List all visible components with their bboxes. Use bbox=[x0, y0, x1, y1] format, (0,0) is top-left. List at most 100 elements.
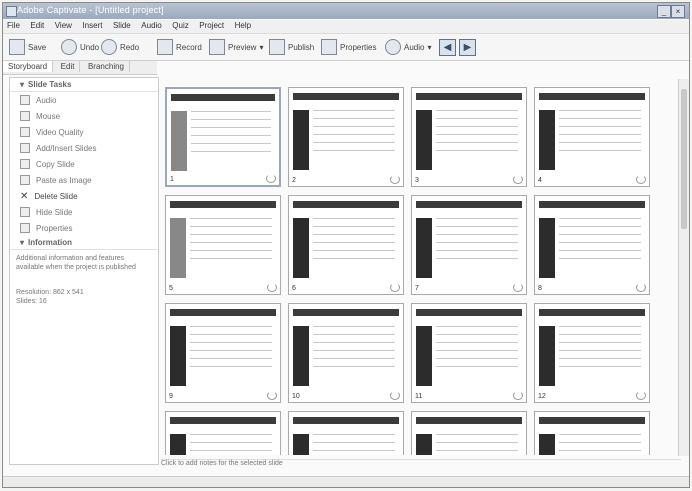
slide-header-bar bbox=[539, 93, 645, 100]
menu-slide[interactable]: Slide bbox=[109, 20, 135, 31]
redo-button[interactable]: Redo bbox=[101, 38, 139, 56]
menu-help[interactable]: Help bbox=[231, 20, 255, 31]
menu-audio[interactable]: Audio bbox=[137, 20, 165, 31]
slide-number: 11 bbox=[415, 393, 423, 400]
arrow-right-icon: ▶ bbox=[459, 38, 476, 56]
slide-number: 6 bbox=[292, 285, 296, 292]
task-label: Audio bbox=[36, 95, 57, 105]
slide-sidebar bbox=[293, 434, 309, 455]
slide-thumbnail[interactable]: 7 bbox=[411, 195, 527, 295]
tab-edit[interactable]: Edit bbox=[56, 61, 81, 72]
publish-button[interactable]: Publish bbox=[269, 38, 314, 56]
slide-thumbnail[interactable]: 8 bbox=[534, 195, 650, 295]
slide-number: 10 bbox=[292, 393, 300, 400]
slide-header-bar bbox=[416, 417, 522, 424]
menu-file[interactable]: File bbox=[3, 20, 24, 31]
menu-project[interactable]: Project bbox=[195, 20, 228, 31]
preview-icon bbox=[209, 39, 225, 55]
slide-thumbnail[interactable]: 12 bbox=[534, 303, 650, 403]
task-delete-slide[interactable]: ✕ Delete Slide bbox=[10, 188, 158, 204]
slide-thumbnail[interactable]: 9 bbox=[165, 303, 281, 403]
record-label: Record bbox=[176, 42, 202, 52]
minimize-button[interactable]: _ bbox=[657, 5, 671, 18]
slide-sidebar bbox=[170, 434, 186, 455]
task-add-slides[interactable]: Add/Insert Slides bbox=[10, 140, 158, 156]
transition-icon bbox=[390, 283, 400, 292]
resolution-text: Resolution: 862 x 541 bbox=[16, 289, 84, 296]
slide-thumbnail[interactable] bbox=[534, 411, 650, 455]
transition-icon bbox=[513, 391, 523, 400]
slide-header-bar bbox=[293, 309, 399, 316]
record-button[interactable]: Record bbox=[157, 38, 202, 56]
audio-label: Audio bbox=[404, 42, 425, 52]
task-label: Video Quality bbox=[36, 127, 84, 137]
slide-header-bar bbox=[539, 201, 645, 208]
task-audio[interactable]: Audio bbox=[10, 92, 158, 108]
undo-button[interactable]: Undo bbox=[61, 38, 99, 56]
slide-thumbnail[interactable]: 5 bbox=[165, 195, 281, 295]
slide-thumbnail[interactable]: 4 bbox=[534, 87, 650, 187]
save-label: Save bbox=[28, 42, 47, 52]
tab-branching[interactable]: Branching bbox=[83, 61, 130, 72]
slide-sidebar bbox=[293, 110, 309, 170]
slide-thumbnail[interactable]: 2 bbox=[288, 87, 404, 187]
slide-thumbnail[interactable]: 11 bbox=[411, 303, 527, 403]
properties-button[interactable]: Properties bbox=[321, 38, 376, 56]
close-button[interactable]: × bbox=[671, 5, 685, 18]
notes-area[interactable]: Click to add notes for the selected slid… bbox=[161, 459, 681, 472]
task-properties[interactable]: Properties bbox=[10, 220, 158, 236]
task-label: Delete Slide bbox=[34, 191, 78, 201]
redo-label: Redo bbox=[120, 42, 140, 52]
audio-button[interactable]: Audio ▾ bbox=[385, 38, 431, 56]
slide-number: 5 bbox=[169, 285, 173, 292]
slide-thumbnail[interactable]: 10 bbox=[288, 303, 404, 403]
slide-thumbnail[interactable]: 6 bbox=[288, 195, 404, 295]
slide-thumbnail[interactable]: 3 bbox=[411, 87, 527, 187]
slide-content bbox=[559, 106, 641, 156]
vertical-scrollbar[interactable] bbox=[678, 79, 689, 456]
menu-bar: File Edit View Insert Slide Audio Quiz P… bbox=[3, 20, 689, 34]
menu-quiz[interactable]: Quiz bbox=[168, 20, 192, 31]
slide-content bbox=[559, 430, 641, 455]
slide-sidebar bbox=[539, 434, 555, 455]
task-label: Mouse bbox=[36, 111, 61, 121]
slide-number: 8 bbox=[538, 285, 542, 292]
task-copy-slide[interactable]: Copy Slide bbox=[10, 156, 158, 172]
slide-content bbox=[191, 107, 271, 157]
slide-sidebar bbox=[293, 326, 309, 386]
task-mouse[interactable]: Mouse bbox=[10, 108, 158, 124]
slide-number: 9 bbox=[169, 393, 173, 400]
slide-header-bar bbox=[170, 309, 276, 316]
task-video-quality[interactable]: Video Quality bbox=[10, 124, 158, 140]
properties-icon bbox=[321, 39, 337, 55]
slide-thumbnail[interactable]: 1 bbox=[165, 87, 281, 187]
slide-content bbox=[313, 214, 395, 264]
back-button[interactable]: ◀ bbox=[439, 38, 456, 56]
task-hide-slide[interactable]: Hide Slide bbox=[10, 204, 158, 220]
save-button[interactable]: Save bbox=[9, 38, 46, 56]
slide-tasks-header[interactable]: ▾ Slide Tasks bbox=[10, 78, 158, 92]
record-icon bbox=[157, 39, 173, 55]
forward-button[interactable]: ▶ bbox=[459, 38, 476, 56]
task-paste-image[interactable]: Paste as Image bbox=[10, 172, 158, 188]
slide-thumbnail[interactable] bbox=[288, 411, 404, 455]
slide-thumbnail[interactable] bbox=[165, 411, 281, 455]
scrollbar-thumb[interactable] bbox=[681, 89, 687, 229]
tab-storyboard[interactable]: Storyboard bbox=[3, 61, 54, 72]
menu-insert[interactable]: Insert bbox=[78, 20, 106, 31]
task-label: Paste as Image bbox=[36, 175, 92, 185]
slide-sidebar bbox=[416, 326, 432, 386]
transition-icon bbox=[636, 283, 646, 292]
transition-icon bbox=[513, 283, 523, 292]
audio-icon bbox=[20, 95, 30, 105]
preview-button[interactable]: Preview ▾ bbox=[209, 38, 263, 56]
status-bar bbox=[3, 476, 689, 487]
slide-number: 7 bbox=[415, 285, 419, 292]
menu-view[interactable]: View bbox=[51, 20, 76, 31]
menu-edit[interactable]: Edit bbox=[26, 20, 48, 31]
slide-thumbnail[interactable] bbox=[411, 411, 527, 455]
slide-header-bar bbox=[416, 201, 522, 208]
task-label: Copy Slide bbox=[36, 159, 75, 169]
information-header[interactable]: ▾ Information bbox=[10, 236, 158, 250]
mouse-icon bbox=[20, 111, 30, 121]
